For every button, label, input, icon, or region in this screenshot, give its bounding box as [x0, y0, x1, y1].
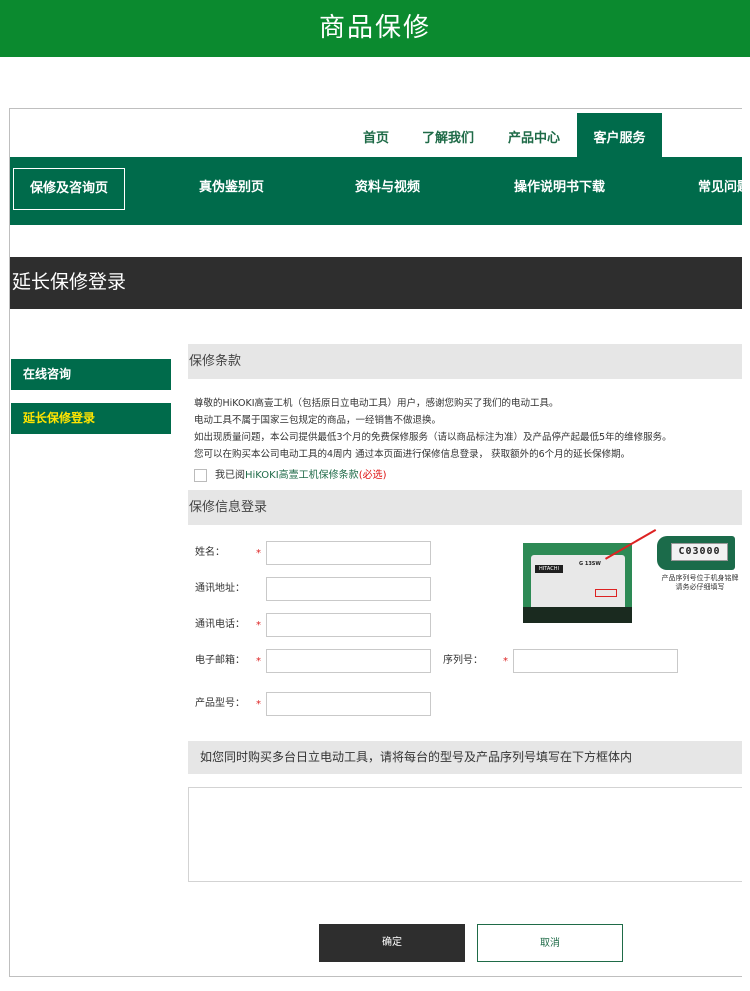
required-mark: * — [256, 620, 261, 631]
name-label: 姓名： — [195, 547, 225, 558]
top-nav: 首页 了解我们 产品中心 客户服务 — [10, 109, 742, 157]
serial-sample: C03000 — [671, 543, 728, 561]
serial-input[interactable] — [513, 649, 678, 673]
terms-line: 电动工具不属于国家三包规定的商品，一经销售不做退换。 — [194, 415, 442, 426]
top-nav-products[interactable]: 产品中心 — [508, 109, 560, 157]
sidebar-item-online-consult[interactable]: 在线咨询 — [11, 359, 171, 390]
sub-nav-manual-download[interactable]: 操作说明书下载 — [514, 157, 605, 225]
banner-title: 商品保修 — [318, 13, 431, 43]
serial-caption: 产品序列号位于机身铭牌 请务必仔细填写 — [650, 574, 742, 592]
page-title: 延长保修登录 — [10, 257, 742, 309]
required-mark: * — [256, 699, 261, 710]
multi-purchase-note: 如您同时购买多台日立电动工具，请将每台的型号及产品序列号填写在下方框体内 — [188, 741, 742, 774]
required-mark: * — [256, 548, 261, 559]
required-note: (必选) — [358, 470, 387, 481]
sub-nav-warranty-consult[interactable]: 保修及咨询页 — [13, 168, 125, 210]
terms-line: 尊敬的HiKOKI高壹工机（包括原日立电动工具）用户，感谢您购买了我们的电动工具… — [194, 398, 559, 409]
sub-nav-faq[interactable]: 常见问题 — [698, 157, 742, 225]
nameplate-model: G 13SW — [579, 561, 601, 567]
required-mark: * — [503, 656, 508, 667]
email-label: 电子邮箱： — [195, 655, 245, 666]
name-input[interactable] — [266, 541, 431, 565]
serial-caption-line: 产品序列号位于机身铭牌 — [661, 574, 739, 582]
phone-input[interactable] — [266, 613, 431, 637]
terms-link[interactable]: HiKOKI高壹工机保修条款 — [245, 470, 359, 481]
address-input[interactable] — [266, 577, 431, 601]
serial-label: 序列号： — [443, 655, 483, 666]
serial-highlight — [595, 589, 617, 597]
multi-product-textarea[interactable] — [188, 787, 742, 882]
agree-prefix: 我已阅 — [215, 470, 245, 481]
terms-heading: 保修条款 — [188, 344, 742, 379]
sub-nav-materials-videos[interactable]: 资料与视频 — [355, 157, 420, 225]
sub-nav: 保修及咨询页 真伪鉴别页 资料与视频 操作说明书下载 常见问题 — [10, 157, 742, 225]
tool-handle — [523, 607, 632, 623]
terms-line: 如出现质量问题，本公司提供最低3个月的免费保修服务（请以商品标注为准）及产品停产… — [194, 432, 672, 443]
page-title-text: 延长保修登录 — [12, 271, 127, 293]
address-label: 通讯地址： — [195, 583, 245, 594]
terms-line: 您可以在购买本公司电动工具的4周内 通过本页面进行保修信息登录， 获取额外的6个… — [194, 449, 631, 460]
terms-text: 尊敬的HiKOKI高壹工机（包括原日立电动工具）用户，感谢您购买了我们的电动工具… — [194, 395, 742, 463]
top-nav-home[interactable]: 首页 — [363, 109, 389, 157]
required-mark: * — [256, 656, 261, 667]
agree-checkbox[interactable] — [194, 468, 207, 482]
sidebar-item-extended-warranty[interactable]: 延长保修登录 — [11, 403, 171, 434]
serial-zoom-callout: C03000 — [657, 536, 735, 570]
serial-caption-line: 请务必仔细填写 — [675, 583, 725, 591]
top-nav-about[interactable]: 了解我们 — [422, 109, 474, 157]
model-label: 产品型号： — [195, 698, 245, 709]
top-nav-customer-service[interactable]: 客户服务 — [577, 113, 662, 157]
phone-label: 通讯电话： — [195, 619, 245, 630]
agree-terms-row: 我已阅HiKOKI高壹工机保修条款(必选) — [194, 468, 387, 484]
form-heading: 保修信息登录 — [188, 490, 742, 525]
site-frame: 首页 了解我们 产品中心 客户服务 保修及咨询页 真伪鉴别页 资料与视频 操作说… — [9, 108, 742, 977]
tool-nameplate: HITACHI G 13SW — [531, 555, 625, 611]
model-input[interactable] — [266, 692, 431, 716]
page-banner: 商品保修 — [0, 0, 750, 57]
sub-nav-authenticity[interactable]: 真伪鉴别页 — [199, 157, 264, 225]
product-serial-photo: HITACHI G 13SW — [523, 543, 632, 623]
brand-badge: HITACHI — [535, 565, 563, 573]
email-input[interactable] — [266, 649, 431, 673]
confirm-button[interactable]: 确定 — [319, 924, 465, 962]
cancel-button[interactable]: 取消 — [477, 924, 623, 962]
